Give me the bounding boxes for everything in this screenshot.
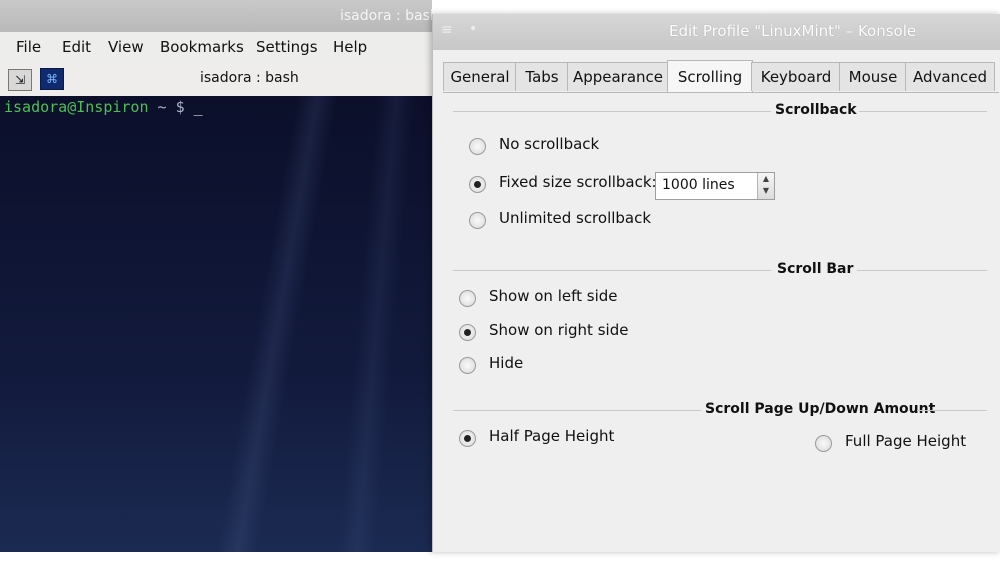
terminal-menubar: File Edit View Bookmarks Settings Help bbox=[0, 32, 432, 62]
text-cursor: _ bbox=[193, 98, 203, 116]
radio-label: Fixed size scrollback: bbox=[499, 173, 657, 191]
terminal-screen[interactable]: isadora@Inspiron ~ $ _ bbox=[0, 96, 432, 552]
scrollback-group-line bbox=[453, 111, 771, 112]
radio-indicator[interactable] bbox=[815, 435, 832, 452]
new-tab-icon[interactable]: ⇲ bbox=[8, 69, 32, 91]
tab-keyboard[interactable]: Keyboard bbox=[751, 62, 841, 91]
menu-file[interactable]: File bbox=[16, 38, 41, 56]
radio-label: Half Page Height bbox=[489, 427, 615, 445]
tab-tabs[interactable]: Tabs bbox=[515, 62, 569, 91]
menu-settings[interactable]: Settings bbox=[256, 38, 318, 56]
scrollback-lines-value: 1000 lines bbox=[662, 177, 735, 193]
page-amount-group-line bbox=[453, 410, 701, 411]
profile-tab-bar: General Tabs Appearance Scrolling Keyboa… bbox=[443, 60, 999, 93]
terminal-titlebar[interactable]: isadora : bash bbox=[0, 0, 432, 32]
terminal-tab-bar: ⇲ ⌘ isadora : bash bbox=[0, 62, 432, 97]
radio-indicator[interactable] bbox=[469, 212, 486, 229]
dialog-titlebar[interactable]: ≡ • Edit Profile "LinuxMint" – Konsole bbox=[433, 14, 1000, 50]
radio-indicator[interactable] bbox=[459, 290, 476, 307]
terminal-window-title: isadora : bash bbox=[340, 8, 432, 24]
radio-indicator[interactable] bbox=[469, 176, 486, 193]
scrollbar-group-title: Scroll Bar bbox=[777, 261, 854, 277]
radio-indicator[interactable] bbox=[459, 324, 476, 341]
radio-label: Hide bbox=[489, 354, 524, 372]
prompt-user: isadora@Inspiron bbox=[4, 98, 149, 116]
scrollbar-group-line-right bbox=[857, 270, 987, 271]
scrollback-lines-spinbox[interactable]: 1000 lines ▲ ▼ bbox=[655, 172, 775, 200]
radio-label: Show on left side bbox=[489, 287, 618, 305]
shell-prompt: isadora@Inspiron ~ $ _ bbox=[4, 98, 203, 116]
dialog-title: Edit Profile "LinuxMint" – Konsole bbox=[669, 22, 917, 40]
tab-general[interactable]: General bbox=[443, 62, 517, 91]
tab-mouse[interactable]: Mouse bbox=[839, 62, 907, 91]
scrollback-group-line-right bbox=[859, 111, 987, 112]
radio-indicator[interactable] bbox=[459, 357, 476, 374]
radio-label: No scrollback bbox=[499, 135, 600, 153]
radio-indicator[interactable] bbox=[459, 430, 476, 447]
tab-divider bbox=[443, 92, 999, 93]
tab-appearance[interactable]: Appearance bbox=[567, 62, 669, 91]
konsole-terminal-window: isadora : bash File Edit View Bookmarks … bbox=[0, 0, 432, 552]
page-amount-group-title: Scroll Page Up/Down Amount bbox=[705, 401, 936, 417]
edit-profile-dialog: ≡ • Edit Profile "LinuxMint" – Konsole G… bbox=[432, 14, 1000, 552]
radio-label: Show on right side bbox=[489, 321, 629, 339]
tab-scrolling[interactable]: Scrolling bbox=[667, 60, 753, 93]
menu-edit[interactable]: Edit bbox=[62, 38, 91, 56]
page-amount-group-line-right bbox=[917, 410, 987, 411]
radio-indicator[interactable] bbox=[469, 138, 486, 155]
radio-label: Full Page Height bbox=[845, 432, 967, 450]
scrollbar-group-line bbox=[453, 270, 771, 271]
menu-view[interactable]: View bbox=[108, 38, 144, 56]
konsole-icon[interactable]: ⌘ bbox=[40, 68, 64, 90]
prompt-path: ~ $ bbox=[148, 98, 194, 116]
spin-arrows-icon[interactable]: ▲ ▼ bbox=[757, 173, 774, 199]
menu-bookmarks[interactable]: Bookmarks bbox=[160, 38, 244, 56]
menu-help[interactable]: Help bbox=[333, 38, 367, 56]
window-menu-icon[interactable]: ≡ bbox=[441, 22, 453, 38]
pin-icon[interactable]: • bbox=[469, 21, 477, 37]
radio-label: Unlimited scrollback bbox=[499, 209, 652, 227]
tab-advanced[interactable]: Advanced bbox=[905, 62, 995, 91]
terminal-tab-title[interactable]: isadora : bash bbox=[200, 70, 299, 86]
scrollback-group-title: Scrollback bbox=[775, 102, 857, 118]
